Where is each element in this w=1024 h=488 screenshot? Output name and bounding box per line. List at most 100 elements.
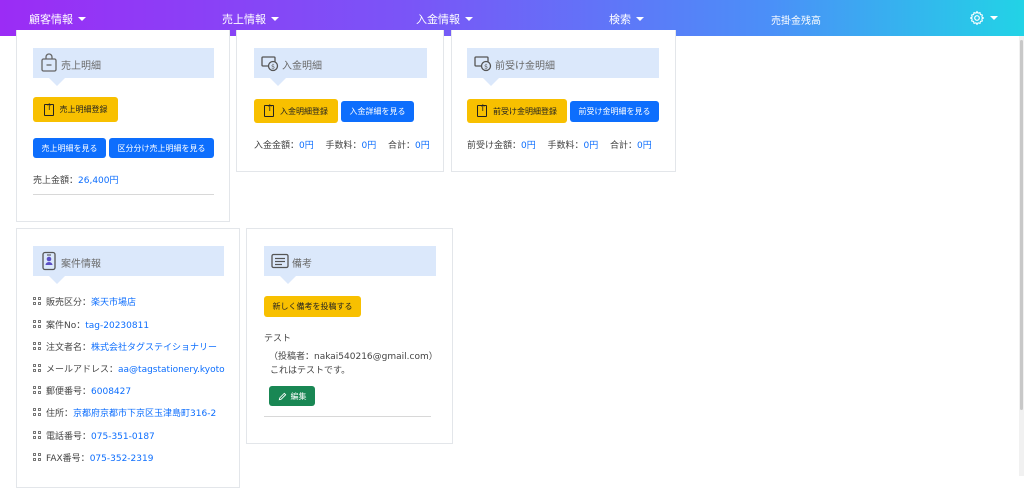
- header-pointer: [49, 78, 65, 86]
- nav-search[interactable]: 検索: [609, 11, 644, 27]
- case-field-sales-category: 販売区分：楽天市場店: [33, 295, 136, 308]
- case-info-card: 案件情報 販売区分：楽天市場店 案件No：tag-20230811 注文者名：株…: [16, 228, 240, 488]
- edit-note-button[interactable]: 編集: [269, 386, 315, 406]
- case-field-value: 075-352-2319: [89, 454, 154, 464]
- sales-total-label: 売上金額：: [33, 176, 79, 186]
- notes-title: 備考: [292, 259, 312, 270]
- payment-fee-value: 0円: [361, 141, 377, 151]
- money-icon: $: [261, 56, 279, 72]
- case-field-orderer: 注文者名：株式会社タグステイショナリー: [33, 340, 217, 353]
- upload-icon: [477, 104, 487, 117]
- grid-icon: [33, 297, 42, 306]
- advance-sum-value: 0円: [637, 141, 652, 151]
- post-note-button[interactable]: 新しく備考を投稿する: [264, 296, 361, 317]
- case-field-fax: FAX番号：075-352-2319: [33, 451, 153, 464]
- view-split-sales-label: 区分分け売上明細を見る: [117, 143, 206, 153]
- nav-sales-info[interactable]: 売上情報: [222, 11, 279, 27]
- advance-summary: 前受け金額：0円 手数料：0円 合計：0円: [467, 138, 652, 151]
- case-field-value: aa@tagstationery.kyoto: [118, 365, 225, 375]
- note-entry-body: これはテストです。: [270, 366, 351, 376]
- case-field-phone: 電話番号：075-351-0187: [33, 429, 155, 442]
- advance-amount-label: 前受け金額：: [467, 141, 522, 151]
- view-advance-button[interactable]: 前受け金明細を見る: [570, 101, 659, 122]
- payment-detail-card: $ 入金明細 入金明細登録 入金詳細を見る 入金金額：0円 手数料：0円 合計：…: [236, 30, 444, 172]
- svg-text:$: $: [271, 64, 275, 71]
- nav-receivable-balance[interactable]: 売掛金残高: [771, 12, 821, 27]
- notes-header: 備考: [264, 246, 436, 284]
- upload-icon: [264, 104, 274, 117]
- advance-fee-label: 手数料：: [547, 141, 584, 151]
- advance-detail-header: $ 前受け金明細: [467, 48, 659, 86]
- case-field-address: 住所：京都府京都市下京区玉津島町316-2: [33, 406, 216, 419]
- case-field-label: 郵便番号：: [46, 387, 92, 397]
- payment-register-button[interactable]: 入金明細登録: [254, 99, 338, 123]
- advance-register-button[interactable]: 前受け金明細登録: [467, 99, 567, 123]
- grid-icon: [33, 386, 42, 395]
- view-sales-button[interactable]: 売上明細を見る: [33, 138, 106, 158]
- nav-payment-info-label: 入金情報: [416, 13, 460, 26]
- case-field-label: 販売区分：: [46, 298, 92, 308]
- pencil-icon: [278, 392, 286, 400]
- case-field-label: 注文者名：: [46, 343, 92, 353]
- case-field-value: 075-351-0187: [91, 432, 155, 442]
- memo-icon: [271, 253, 289, 269]
- advance-fee-value: 0円: [583, 141, 599, 151]
- case-field-value: 株式会社タグステイショナリー: [91, 343, 218, 353]
- nav-customer-info[interactable]: 顧客情報: [29, 11, 86, 27]
- payment-amount-value: 0円: [299, 141, 314, 151]
- shopping-bag-icon: [41, 53, 57, 72]
- nav-search-label: 検索: [609, 13, 631, 26]
- notes-card: 備考 新しく備考を投稿する テスト （投稿者：nakai540216@gmail…: [246, 228, 453, 444]
- case-field-value: 6008427: [91, 387, 132, 397]
- edit-note-label: 編集: [290, 391, 307, 401]
- sales-detail-title: 売上明細: [61, 61, 101, 72]
- caret-down-icon: [636, 17, 644, 21]
- case-field-value: 楽天市場店: [91, 298, 137, 308]
- sales-detail-card: 売上明細 売上明細登録 売上明細を見る 区分分け売上明細を見る 売上金額：26,…: [16, 30, 230, 222]
- money-icon: $: [474, 56, 492, 72]
- view-advance-label: 前受け金明細を見る: [578, 107, 651, 116]
- sales-register-button[interactable]: 売上明細登録: [33, 97, 118, 122]
- payment-sum-label: 合計：: [388, 141, 416, 151]
- caret-down-icon: [271, 17, 279, 21]
- note-entry-text: テスト: [264, 334, 292, 344]
- case-field-postal-code: 郵便番号：6008427: [33, 384, 131, 397]
- case-field-value: 京都府京都市下京区玉津島町316-2: [73, 409, 217, 419]
- scrollbar-thumb[interactable]: [1020, 40, 1023, 410]
- sales-total: 売上金額：26,400円: [33, 173, 119, 186]
- grid-icon: [33, 431, 42, 440]
- settings-menu[interactable]: [969, 10, 998, 26]
- sales-detail-header: 売上明細: [33, 48, 214, 86]
- advance-detail-card: $ 前受け金明細 前受け金明細登録 前受け金明細を見る 前受け金額：0円 手数料…: [451, 30, 676, 172]
- divider: [264, 416, 431, 417]
- grid-icon: [33, 408, 42, 417]
- header-pointer: [49, 276, 65, 284]
- gear-icon: [969, 10, 985, 26]
- case-field-label: 住所：: [46, 409, 74, 419]
- grid-icon: [33, 364, 42, 373]
- payment-register-label: 入金明細登録: [280, 106, 328, 116]
- case-field-case-no: 案件No：tag-20230811: [33, 318, 149, 331]
- view-payment-button[interactable]: 入金詳細を見る: [341, 101, 414, 122]
- payment-fee-label: 手数料：: [325, 141, 362, 151]
- upload-icon: [43, 103, 54, 116]
- advance-sum-label: 合計：: [610, 141, 638, 151]
- view-payment-label: 入金詳細を見る: [349, 107, 406, 116]
- divider: [33, 194, 214, 195]
- nav-payment-info[interactable]: 入金情報: [416, 11, 473, 27]
- advance-amount-value: 0円: [521, 141, 536, 151]
- grid-icon: [33, 453, 42, 462]
- note-entry-author: （投稿者：nakai540216@gmail.com）: [269, 352, 438, 362]
- header-pointer: [280, 276, 296, 284]
- caret-down-icon: [78, 17, 86, 21]
- grid-icon: [33, 320, 42, 329]
- sales-register-label: 売上明細登録: [59, 105, 108, 114]
- payment-sum-value: 0円: [415, 141, 430, 151]
- advance-register-label: 前受け金明細登録: [493, 106, 557, 116]
- post-note-label: 新しく備考を投稿する: [272, 302, 353, 311]
- caret-down-icon: [465, 17, 473, 21]
- view-split-sales-button[interactable]: 区分分け売上明細を見る: [109, 138, 214, 158]
- sales-total-value: 26,400円: [78, 176, 119, 186]
- view-sales-label: 売上明細を見る: [41, 143, 98, 153]
- case-field-label: 電話番号：: [46, 432, 92, 442]
